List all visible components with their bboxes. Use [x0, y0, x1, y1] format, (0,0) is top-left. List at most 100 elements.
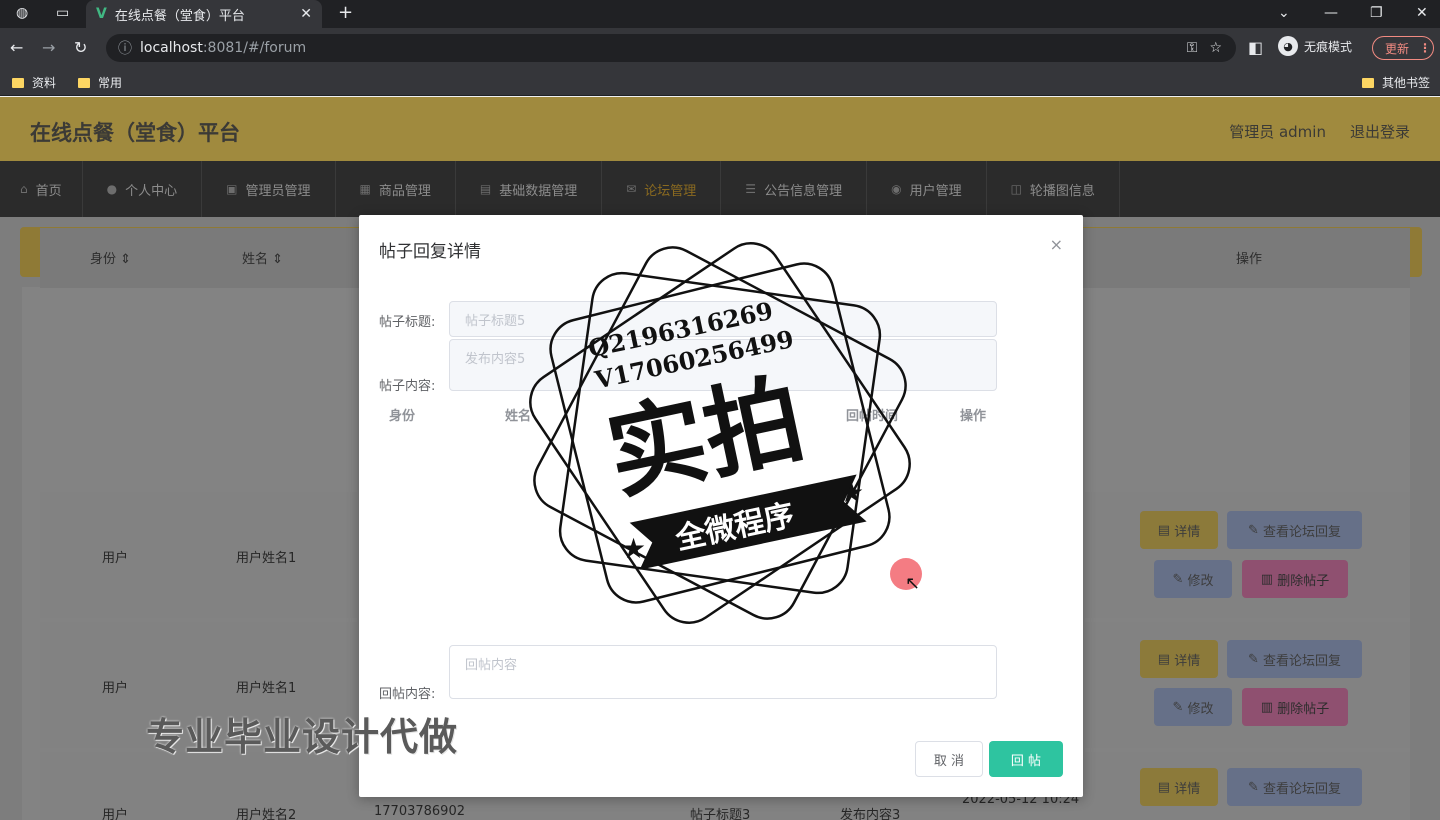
menu-item-users[interactable]: ◉ 用户管理 [867, 161, 987, 217]
window-close-icon[interactable]: ✕ [1416, 5, 1428, 21]
button-label: 详情 [1174, 781, 1201, 797]
trash-icon: ▥ [1260, 571, 1278, 587]
header-label: 身份 [90, 252, 117, 267]
sidepanel-icon[interactable]: ◧ [1248, 38, 1263, 57]
star-icon[interactable]: ☆ [1209, 40, 1222, 56]
data-icon: ▤ [479, 182, 492, 196]
app-header: 在线点餐（堂食）平台 管理员 admin 退出登录 [0, 97, 1440, 161]
cell-title: 帖子标题3 [690, 808, 751, 820]
logout-link[interactable]: 退出登录 [1350, 121, 1410, 142]
info-icon[interactable]: ⓘ [118, 38, 132, 58]
inner-header-identity: 身份 [389, 409, 416, 424]
post-content-label: 帖子内容: [379, 379, 436, 394]
cell-name: 用户姓名2 [236, 808, 297, 820]
restore-icon[interactable]: ❐ [1370, 5, 1383, 21]
folder-icon [12, 77, 24, 88]
header-identity[interactable]: 身份 ⇕ [90, 248, 131, 267]
goods-icon: ▦ [359, 182, 371, 196]
url-path: :8081/#/forum [202, 40, 307, 56]
other-bookmarks-label: 其他书签 [1382, 76, 1431, 90]
trash-icon: ▥ [1260, 699, 1278, 715]
incognito-indicator[interactable]: ◕ 无痕模式 [1278, 36, 1352, 56]
bookmark-folder[interactable]: 常用 [78, 74, 122, 91]
button-label: 删除帖子 [1277, 701, 1330, 717]
close-tab-icon[interactable]: ✕ [300, 6, 312, 22]
vue-logo-icon: V [96, 6, 107, 22]
header-label: 姓名 [242, 252, 269, 267]
post-title-input[interactable]: 帖子标题5 [449, 301, 997, 337]
menu-item-profile[interactable]: ● 个人中心 [83, 161, 203, 217]
forum-icon: ✉ [626, 182, 637, 196]
new-tab-icon[interactable]: + [338, 2, 353, 23]
minimize-icon[interactable]: — [1324, 5, 1338, 21]
detail-button[interactable]: ▤ 详情 [1140, 768, 1218, 806]
close-icon[interactable]: × [1050, 235, 1063, 254]
post-content-textarea[interactable]: 发布内容5 [449, 339, 997, 391]
chevron-down-icon[interactable]: ⌄ [1278, 5, 1290, 21]
button-label: 查看论坛回复 [1263, 653, 1342, 669]
pen-icon: ✎ [1247, 779, 1263, 795]
bookmark-label: 资料 [32, 76, 57, 90]
menu-label: 用户管理 [909, 183, 962, 199]
globe-icon[interactable]: ◍ [16, 5, 28, 21]
cell-name: 用户姓名1 [236, 681, 297, 696]
cell-identity: 用户 [102, 808, 129, 820]
menu-item-notice[interactable]: ☰ 公告信息管理 [721, 161, 868, 217]
button-label: 修改 [1187, 701, 1214, 717]
reply-button[interactable]: 回 帖 [989, 741, 1063, 777]
menu-item-basic-data[interactable]: ▤ 基础数据管理 [456, 161, 603, 217]
menu-item-carousel[interactable]: ◫ 轮播图信息 [987, 161, 1120, 217]
key-icon[interactable]: ⚿ [1187, 40, 1198, 56]
promo-watermark-text: 专业毕业设计代做 [146, 715, 459, 759]
inner-header-name: 姓名 [505, 409, 532, 424]
bookmark-label: 常用 [98, 76, 123, 90]
edit-button[interactable]: ✎ 修改 [1154, 688, 1232, 726]
menu-label: 首页 [35, 183, 62, 199]
app-title: 在线点餐（堂食）平台 [30, 121, 240, 145]
view-replies-button[interactable]: ✎ 查看论坛回复 [1227, 768, 1362, 806]
view-replies-button[interactable]: ✎ 查看论坛回复 [1227, 511, 1362, 549]
browser-tab[interactable]: V 在线点餐（堂食）平台 ✕ [86, 0, 322, 28]
button-label: 删除帖子 [1277, 573, 1330, 589]
edit-button[interactable]: ✎ 修改 [1154, 560, 1232, 598]
browser-tab-bar: ◍ ▭ V 在线点餐（堂食）平台 ✕ + ⌄ — ❐ ✕ [0, 0, 1440, 28]
detail-button[interactable]: ▤ 详情 [1140, 640, 1218, 678]
users-icon: ◉ [891, 182, 902, 196]
menu-item-forum[interactable]: ✉ 论坛管理 [602, 161, 722, 217]
more-icon: ⋮ [1419, 41, 1432, 55]
other-bookmarks[interactable]: 其他书签 [1362, 74, 1430, 91]
delete-post-button[interactable]: ▥ 删除帖子 [1242, 560, 1348, 598]
update-button[interactable]: 更新 ⋮ [1372, 36, 1434, 60]
current-user: 管理员 admin [1229, 123, 1326, 141]
incognito-icon: ◕ [1278, 36, 1298, 56]
menu-item-goods[interactable]: ▦ 商品管理 [336, 161, 456, 217]
back-icon[interactable]: ← [10, 38, 23, 57]
menu-item-admin[interactable]: ▣ 管理员管理 [202, 161, 336, 217]
forward-icon[interactable]: → [42, 38, 55, 57]
incognito-label: 无痕模式 [1304, 39, 1353, 54]
menu-label: 商品管理 [378, 183, 431, 199]
folder-icon [1362, 77, 1374, 88]
menu-item-home[interactable]: ⌂ 首页 [0, 161, 83, 217]
user-icon: ● [106, 182, 118, 196]
cell-identity: 用户 [102, 681, 129, 696]
reload-icon[interactable]: ↻ [74, 38, 87, 57]
cell-name: 用户姓名1 [236, 551, 297, 566]
menu-label: 个人中心 [125, 183, 178, 199]
url-input[interactable]: ⓘ localhost :8081/#/forum ⚿ ☆ [106, 34, 1236, 62]
view-replies-button[interactable]: ✎ 查看论坛回复 [1227, 640, 1362, 678]
bookmark-folder[interactable]: 资料 [12, 74, 56, 91]
menu-label: 基础数据管理 [499, 183, 578, 199]
detail-button[interactable]: ▤ 详情 [1140, 511, 1218, 549]
menu-label: 公告信息管理 [764, 183, 843, 199]
tab-overview-icon[interactable]: ▭ [56, 5, 69, 21]
delete-post-button[interactable]: ▥ 删除帖子 [1242, 688, 1348, 726]
header-name[interactable]: 姓名 ⇕ [242, 248, 283, 267]
post-title-label: 帖子标题: [379, 315, 436, 330]
cell-identity: 用户 [102, 551, 129, 566]
update-label: 更新 [1385, 41, 1410, 56]
menu-label: 管理员管理 [245, 183, 311, 199]
reply-content-textarea[interactable]: 回帖内容 [449, 645, 997, 699]
cancel-button[interactable]: 取 消 [915, 741, 983, 777]
inner-header-actions: 操作 [960, 409, 987, 424]
